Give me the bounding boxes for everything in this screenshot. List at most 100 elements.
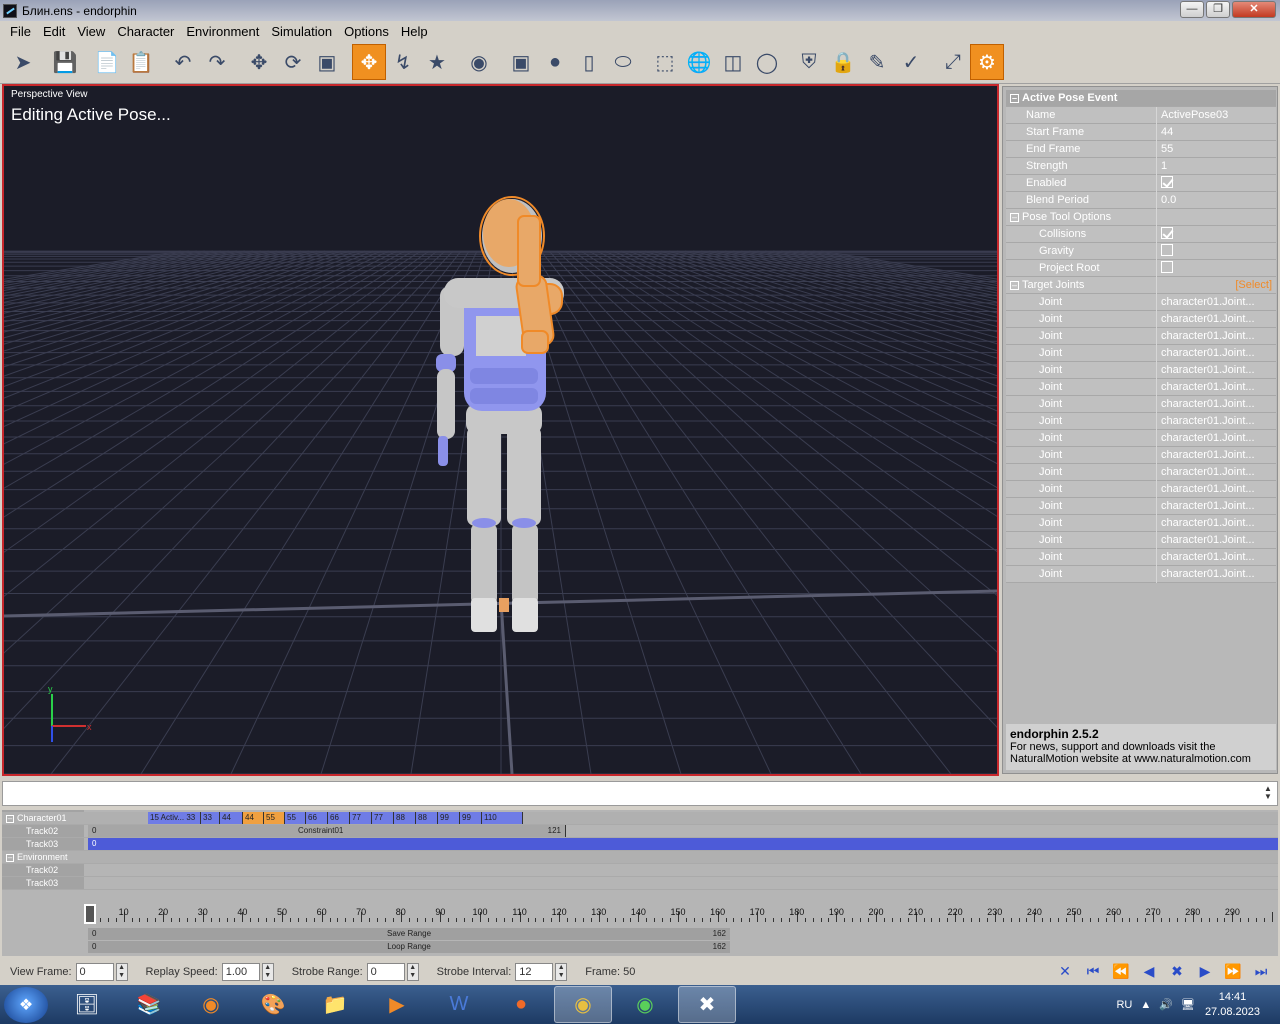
prop-enabled-row[interactable]: Enabled: [1006, 174, 1276, 192]
joint-row[interactable]: Joint character01.Joint...: [1006, 327, 1276, 345]
joint-row[interactable]: Joint character01.Joint...: [1006, 378, 1276, 396]
prop-strength-value[interactable]: 1: [1156, 157, 1276, 175]
taskbar-chrome-icon[interactable]: ◉: [554, 986, 612, 1023]
prop-start-frame-row[interactable]: Start Frame 44: [1006, 123, 1276, 141]
box-primitive-icon[interactable]: ▣: [504, 44, 538, 80]
resize-window-icon[interactable]: ⤢: [936, 44, 970, 80]
gravity-checkbox[interactable]: [1161, 243, 1173, 256]
scene-canvas[interactable]: y x: [4, 86, 997, 774]
pose-event-segment[interactable]: 55: [285, 812, 306, 824]
joint-row[interactable]: Joint character01.Joint...: [1006, 514, 1276, 532]
joint-row[interactable]: Joint character01.Joint...: [1006, 446, 1276, 464]
joint-value[interactable]: character01.Joint...: [1156, 293, 1276, 311]
save-icon[interactable]: 💾: [48, 44, 82, 80]
project-root-checkbox[interactable]: [1161, 260, 1173, 273]
undo-icon[interactable]: ↶: [166, 44, 200, 80]
shield-icon[interactable]: ⛨: [792, 44, 826, 80]
joint-value[interactable]: character01.Joint...: [1156, 531, 1276, 549]
joint-value[interactable]: character01.Joint...: [1156, 344, 1276, 362]
lock-icon[interactable]: 🔒: [826, 44, 860, 80]
menu-character[interactable]: Character: [111, 24, 180, 39]
move-icon[interactable]: ✥: [242, 44, 276, 80]
joint-row[interactable]: Joint character01.Joint...: [1006, 412, 1276, 430]
replay-speed-spinner-icon[interactable]: ▲ ▼: [261, 962, 274, 981]
taskbar-media-player-icon[interactable]: ▶: [368, 986, 426, 1023]
taskbar-word-icon[interactable]: W: [430, 986, 488, 1023]
cylinder-wireframe-icon[interactable]: ◫: [716, 44, 750, 80]
capsule-wireframe-icon[interactable]: ◯: [750, 44, 784, 80]
frame-ruler[interactable]: 10 20 30 40 50 60 70 80 90 100 110 120 130 140 150 160 1…: [84, 890, 1278, 926]
taskbar-endorphin-icon[interactable]: ✖: [678, 986, 736, 1023]
view-frame-spinner-icon[interactable]: ▲ ▼: [115, 962, 128, 981]
pose-event-segment[interactable]: 99: [460, 812, 482, 824]
strobe-interval-spinner-icon[interactable]: ▲ ▼: [555, 962, 568, 981]
volume-icon[interactable]: 🔊: [1159, 998, 1173, 1011]
sphere-primitive-icon[interactable]: ●: [538, 44, 572, 80]
play-icon[interactable]: ▶: [1194, 962, 1216, 980]
pose-branch-icon[interactable]: ↯: [386, 44, 420, 80]
joint-value[interactable]: character01.Joint...: [1156, 378, 1276, 396]
save-range-bar[interactable]: 0 Save Range 162: [88, 928, 730, 940]
joint-row[interactable]: Joint character01.Joint...: [1006, 310, 1276, 328]
joint-value[interactable]: character01.Joint...: [1156, 514, 1276, 532]
track03-segment[interactable]: 0: [88, 838, 1278, 850]
prop-name-value[interactable]: ActivePose03: [1156, 106, 1276, 124]
prop-project-root-row[interactable]: Project Root: [1006, 259, 1276, 277]
perspective-viewport[interactable]: y x Perspective View Editing Active Pose…: [2, 84, 999, 776]
prop-blend-period-value[interactable]: 0.0: [1156, 191, 1276, 209]
menu-options[interactable]: Options: [338, 24, 395, 39]
prop-name-row[interactable]: Name ActivePose03: [1006, 106, 1276, 124]
joint-value[interactable]: character01.Joint...: [1156, 310, 1276, 328]
menu-file[interactable]: File: [4, 24, 37, 39]
step-back-icon[interactable]: ⏪: [1110, 962, 1132, 980]
joint-value[interactable]: character01.Joint...: [1156, 327, 1276, 345]
joint-row[interactable]: Joint character01.Joint...: [1006, 293, 1276, 311]
pose-tool-options-group[interactable]: – Pose Tool Options: [1006, 208, 1276, 226]
menu-simulation[interactable]: Simulation: [265, 24, 338, 39]
joint-row[interactable]: Joint character01.Joint...: [1006, 548, 1276, 566]
pose-event-segment[interactable]: 66: [328, 812, 350, 824]
network-icon[interactable]: 🖥: [1181, 998, 1195, 1011]
prop-strength-row[interactable]: Strength 1: [1006, 157, 1276, 175]
pose-event-segment[interactable]: 88: [394, 812, 416, 824]
prop-end-frame-row[interactable]: End Frame 55: [1006, 140, 1276, 158]
collisions-checkbox[interactable]: [1161, 226, 1173, 239]
collapse-icon[interactable]: –: [1010, 93, 1019, 103]
strobe-range-spinner-icon[interactable]: ▲ ▼: [406, 962, 419, 981]
scale-icon[interactable]: ▣: [310, 44, 344, 80]
pose-event-segment[interactable]: 77: [350, 812, 372, 824]
select-arrow-icon[interactable]: ➤: [6, 44, 40, 80]
joint-value[interactable]: character01.Joint...: [1156, 395, 1276, 413]
taskbar-firefox-icon[interactable]: ●: [492, 986, 550, 1023]
joint-value[interactable]: character01.Joint...: [1156, 446, 1276, 464]
joint-row[interactable]: Joint character01.Joint...: [1006, 480, 1276, 498]
play-reverse-icon[interactable]: ◀: [1138, 962, 1160, 980]
taskbar-app-icon-1[interactable]: 🗄: [58, 986, 116, 1023]
view-frame-input[interactable]: 0: [75, 962, 114, 981]
sphere-wireframe-icon[interactable]: 🌐: [682, 44, 716, 80]
pose-event-segment[interactable]: 55: [264, 812, 285, 824]
pose-event-segment[interactable]: 77: [372, 812, 394, 824]
joint-row[interactable]: Joint character01.Joint...: [1006, 565, 1276, 583]
character-figure-icon[interactable]: ★: [420, 44, 454, 80]
joint-row[interactable]: Joint character01.Joint...: [1006, 463, 1276, 481]
joint-value[interactable]: character01.Joint...: [1156, 429, 1276, 447]
joint-value[interactable]: character01.Joint...: [1156, 548, 1276, 566]
strobe-range-input[interactable]: 0: [366, 962, 405, 981]
clear-sim-icon[interactable]: ✕: [1054, 962, 1076, 980]
pose-event-segment[interactable]: 44: [243, 812, 264, 824]
go-to-start-icon[interactable]: ⏮: [1082, 962, 1104, 980]
close-button[interactable]: ✕: [1232, 1, 1276, 18]
go-to-end-icon[interactable]: ⏭: [1250, 962, 1272, 980]
prop-collisions-row[interactable]: Collisions: [1006, 225, 1276, 243]
simulate-icon[interactable]: ✖: [1166, 962, 1188, 980]
minimize-button[interactable]: —: [1180, 1, 1204, 18]
prop-start-frame-value[interactable]: 44: [1156, 123, 1276, 141]
playhead-handle[interactable]: [84, 904, 96, 924]
taskbar-app-green-icon[interactable]: ◉: [616, 986, 674, 1023]
maximize-button[interactable]: ❐: [1206, 1, 1230, 18]
group-environment[interactable]: – Environment: [2, 851, 84, 864]
collapse-icon[interactable]: –: [1010, 212, 1019, 222]
start-button[interactable]: ❖: [4, 986, 48, 1023]
capsule-primitive-icon[interactable]: ⬭: [606, 44, 640, 80]
